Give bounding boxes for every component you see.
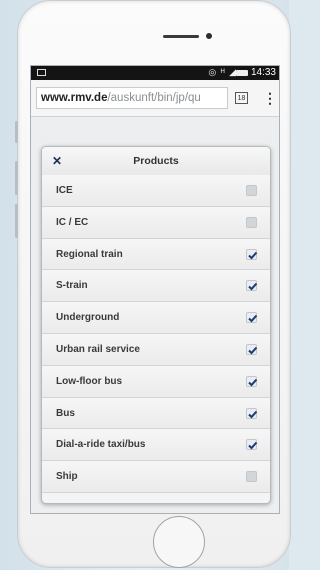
checkmark-icon bbox=[248, 410, 258, 419]
phone-screen: ◎ ᴴ ◢ 14:33 www.rmv.de/auskunft/bin/jp/q… bbox=[30, 65, 280, 514]
home-button[interactable] bbox=[153, 516, 205, 568]
signal-icons: ◎ ᴴ ◢ bbox=[208, 67, 237, 77]
url-path: /auskunft/bin/jp/qu bbox=[107, 92, 201, 104]
product-label: Low-floor bus bbox=[56, 375, 123, 387]
product-row[interactable]: ICE bbox=[42, 175, 270, 207]
side-button bbox=[15, 121, 18, 143]
checkbox-checked[interactable] bbox=[246, 439, 258, 451]
product-label: Urban rail service bbox=[56, 343, 140, 355]
checkbox-checked[interactable] bbox=[246, 343, 258, 355]
camera bbox=[206, 33, 212, 39]
product-row[interactable]: Regional train bbox=[42, 238, 270, 271]
checkmark-icon bbox=[248, 251, 258, 260]
browser-toolbar: www.rmv.de/auskunft/bin/jp/qu 18 ⋮ bbox=[31, 80, 279, 117]
product-row[interactable]: Low-floor bus bbox=[42, 365, 270, 398]
product-label: IC / EC bbox=[56, 216, 89, 228]
page-content: Products ✕ ICE IC / EC Regional train S-tra… bbox=[31, 117, 279, 513]
checkbox-unchecked[interactable] bbox=[246, 216, 257, 228]
product-label: Dial-a-ride taxi/bus bbox=[56, 439, 146, 451]
product-label: S-train bbox=[56, 280, 88, 292]
product-label: Ship bbox=[56, 471, 78, 483]
status-bar: ◎ ᴴ ◢ 14:33 bbox=[31, 66, 279, 80]
close-icon[interactable]: ✕ bbox=[51, 155, 63, 167]
checkbox-checked[interactable] bbox=[246, 312, 258, 324]
checkmark-icon bbox=[248, 442, 258, 450]
product-row[interactable]: Ship bbox=[42, 461, 270, 493]
tabs-button[interactable]: 18 bbox=[235, 92, 248, 104]
dialog-header: Products ✕ bbox=[42, 147, 270, 176]
products-dialog: Products ✕ ICE IC / EC Regional train S-tra… bbox=[41, 146, 271, 504]
product-list: ICE IC / EC Regional train S-train Undergrou… bbox=[42, 175, 270, 493]
checkmark-icon bbox=[248, 346, 258, 355]
checkbox-checked[interactable] bbox=[246, 375, 258, 387]
checkbox-checked[interactable] bbox=[246, 407, 258, 419]
speaker bbox=[163, 35, 199, 38]
url-domain: www.rmv.de bbox=[41, 92, 108, 104]
battery-icon bbox=[236, 70, 248, 76]
checkbox-checked[interactable] bbox=[246, 248, 258, 260]
gallery-icon bbox=[37, 69, 46, 76]
checkbox-unchecked[interactable] bbox=[246, 471, 257, 483]
checkmark-icon bbox=[248, 378, 258, 387]
product-row[interactable]: S-train bbox=[42, 270, 270, 303]
product-label: Underground bbox=[56, 312, 120, 324]
product-row[interactable]: Underground bbox=[42, 302, 270, 334]
checkmark-icon bbox=[248, 283, 258, 291]
product-label: Bus bbox=[56, 407, 75, 419]
checkbox-checked[interactable] bbox=[246, 280, 258, 292]
menu-icon[interactable]: ⋮ bbox=[263, 88, 277, 108]
side-button bbox=[15, 161, 18, 195]
product-row[interactable]: Dial-a-ride taxi/bus bbox=[42, 429, 270, 462]
checkmark-icon bbox=[248, 315, 258, 323]
side-button bbox=[15, 204, 18, 238]
product-row[interactable]: Bus bbox=[42, 397, 270, 430]
product-label: ICE bbox=[56, 185, 73, 196]
dialog-title: Products bbox=[133, 155, 179, 167]
status-time: 14:33 bbox=[250, 67, 276, 78]
product-label: Regional train bbox=[56, 248, 123, 260]
product-row[interactable]: Urban rail service bbox=[42, 333, 270, 366]
url-field[interactable]: www.rmv.de/auskunft/bin/jp/qu bbox=[36, 87, 228, 109]
checkbox-unchecked[interactable] bbox=[246, 185, 257, 196]
product-row[interactable]: IC / EC bbox=[42, 206, 270, 239]
